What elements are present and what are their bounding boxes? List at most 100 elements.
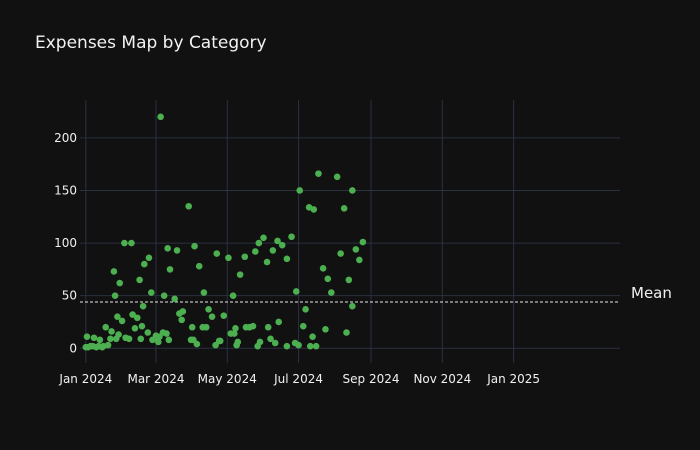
data-point: [193, 340, 201, 348]
data-point: [178, 316, 185, 324]
plot-background: [80, 100, 620, 363]
data-point: [283, 255, 291, 263]
data-point: [263, 258, 271, 266]
data-point: [312, 342, 320, 350]
x-axis-ticks: Jan 2024 Mar 2024 May 2024 Jul 2024 Sep 2024…: [58, 372, 540, 386]
data-point: [283, 342, 291, 350]
data-point: [337, 250, 344, 257]
data-point: [131, 324, 139, 332]
data-point: [111, 292, 119, 299]
data-point: [349, 187, 356, 194]
data-point: [125, 335, 133, 343]
data-point: [137, 335, 145, 343]
data-point: [278, 241, 286, 249]
data-point: [213, 250, 221, 257]
data-point: [269, 247, 277, 254]
data-point: [96, 336, 104, 344]
data-point: [333, 173, 341, 181]
data-point: [121, 239, 128, 247]
data-point: [205, 306, 212, 313]
x-tick-label: Jan 2025: [486, 372, 540, 386]
mean-label: Mean: [631, 284, 672, 302]
data-point: [255, 239, 263, 247]
y-tick-label: 0: [69, 341, 77, 355]
data-point: [171, 295, 178, 303]
data-point: [234, 338, 242, 346]
x-tick-label: May 2024: [198, 372, 257, 386]
data-point: [202, 323, 210, 331]
y-tick-label: 200: [54, 131, 77, 145]
data-point: [292, 288, 300, 295]
data-point: [271, 339, 279, 347]
data-point: [83, 333, 91, 341]
data-point: [309, 333, 316, 341]
data-point: [164, 245, 171, 252]
data-point: [147, 289, 155, 296]
data-point: [324, 275, 332, 283]
data-point: [345, 276, 353, 284]
data-point: [116, 279, 124, 287]
data-point: [118, 317, 126, 325]
data-point: [299, 322, 307, 330]
data-point: [229, 292, 237, 299]
data-point: [241, 253, 249, 261]
data-point: [145, 254, 153, 262]
data-point: [108, 328, 115, 335]
data-point: [356, 256, 363, 264]
data-point: [136, 276, 143, 284]
data-point: [296, 187, 304, 194]
data-point: [128, 239, 135, 247]
x-tick-label: Jan 2024: [58, 372, 112, 386]
data-point: [236, 271, 244, 278]
data-point: [322, 326, 329, 333]
data-point: [165, 336, 173, 344]
data-point: [138, 322, 146, 330]
data-point: [252, 248, 259, 255]
data-point: [319, 265, 327, 272]
data-point: [115, 331, 122, 338]
data-point: [188, 323, 196, 331]
y-axis-ticks: 0 50 100 150 200: [54, 131, 77, 355]
data-point: [249, 322, 257, 330]
data-point: [216, 337, 224, 345]
data-point: [260, 234, 267, 242]
data-point: [327, 289, 335, 296]
x-tick-label: Sep 2024: [343, 372, 400, 386]
data-point: [133, 314, 141, 322]
data-point: [310, 206, 318, 213]
data-point: [220, 312, 228, 319]
data-point: [163, 330, 170, 337]
data-point: [225, 254, 232, 262]
data-point: [107, 335, 114, 343]
data-point: [340, 205, 348, 212]
data-point: [144, 329, 152, 336]
data-point: [179, 308, 187, 315]
data-point: [315, 170, 322, 177]
data-point: [295, 341, 302, 349]
data-point: [343, 329, 350, 336]
scatter-chart: Mean Jan 2024 Mar 2024 May 2024 Jul 2024 Sep…: [54, 100, 672, 386]
data-point: [288, 233, 295, 241]
x-tick-label: Nov 2024: [413, 372, 471, 386]
y-tick-label: 150: [54, 183, 77, 197]
y-tick-label: 50: [62, 289, 77, 303]
data-point: [104, 341, 112, 349]
data-point: [185, 202, 193, 210]
data-point: [208, 313, 216, 321]
data-point: [200, 289, 208, 296]
data-point: [160, 292, 168, 299]
data-point: [166, 266, 174, 273]
data-point: [191, 242, 198, 250]
data-point: [232, 324, 239, 332]
data-point: [275, 318, 283, 326]
x-tick-label: Jul 2024: [273, 372, 323, 386]
data-point: [302, 306, 309, 313]
data-point: [256, 338, 264, 346]
data-point: [359, 238, 367, 246]
data-point: [157, 113, 164, 121]
data-point: [306, 342, 314, 350]
data-point: [173, 247, 181, 254]
data-point: [110, 268, 118, 275]
data-point: [140, 260, 148, 268]
data-point: [195, 262, 203, 270]
